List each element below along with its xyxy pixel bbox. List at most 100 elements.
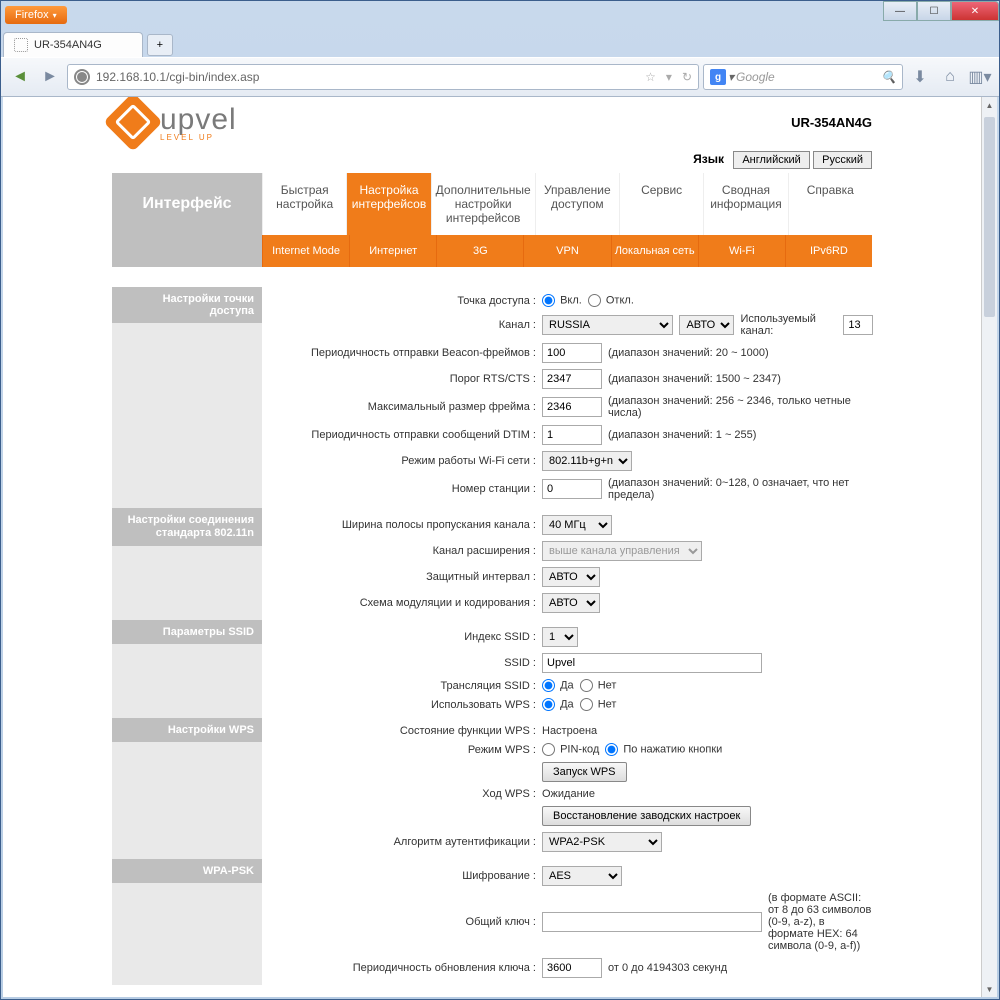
search-box[interactable]: g ▾ Google 🔍 <box>703 64 903 90</box>
hint-rekey: от 0 до 4194303 секунд <box>608 962 727 974</box>
back-button[interactable]: ◄ <box>7 64 33 90</box>
nav-interface-setup[interactable]: Настройка интерфейсов <box>346 173 430 235</box>
subnav-ipv6rd[interactable]: IPv6RD <box>785 235 872 267</box>
reload-icon[interactable]: ↻ <box>682 70 692 84</box>
nav-status[interactable]: Сводная информация <box>703 173 787 235</box>
radio-wps-pin[interactable]: PIN-код <box>542 743 599 756</box>
bookmark-icon[interactable]: ☆ <box>645 70 656 84</box>
lang-english-button[interactable]: Английский <box>733 151 810 169</box>
radio-usewps-yes[interactable]: Да <box>542 698 574 711</box>
select-gi[interactable]: АВТО <box>542 567 600 587</box>
lang-russian-button[interactable]: Русский <box>813 151 872 169</box>
nav-quick-setup[interactable]: Быстрая настройка <box>262 173 346 235</box>
label-frag: Максимальный размер фрейма <box>262 401 542 413</box>
value-wps-state: Настроена <box>542 725 872 737</box>
label-used-channel: Используемый канал: <box>740 313 837 337</box>
search-icon[interactable]: 🔍 <box>881 70 896 84</box>
subnav-internet-mode[interactable]: Internet Mode <box>262 235 349 267</box>
radio-usewps-no[interactable]: Нет <box>580 698 617 711</box>
browser-tab[interactable]: UR-354AN4G <box>3 32 143 57</box>
subnav-wifi[interactable]: Wi-Fi <box>698 235 785 267</box>
input-frag[interactable] <box>542 397 602 417</box>
input-beacon[interactable] <box>542 343 602 363</box>
nav-service[interactable]: Сервис <box>619 173 703 235</box>
radio-bcast-no[interactable]: Нет <box>580 679 617 692</box>
new-tab-button[interactable]: + <box>147 34 173 56</box>
select-channel[interactable]: АВТО <box>679 315 734 335</box>
restore-defaults-button[interactable]: Восстановление заводских настроек <box>542 806 751 826</box>
scroll-thumb[interactable] <box>984 117 995 317</box>
select-auth[interactable]: WPA2-PSK <box>542 832 662 852</box>
search-placeholder: Google <box>736 70 775 84</box>
label-ssid: SSID <box>262 657 542 669</box>
scroll-down-icon[interactable]: ▼ <box>982 981 997 997</box>
url-bar[interactable]: 192.168.10.1/cgi-bin/index.asp ☆ ▾ ↻ <box>67 64 699 90</box>
label-channel: Канал <box>262 319 542 331</box>
label-bw: Ширина полосы пропускания канала <box>262 519 542 531</box>
subnav-internet[interactable]: Интернет <box>349 235 436 267</box>
label-wps-mode: Режим WPS <box>262 744 542 756</box>
label-beacon: Периодичность отправки Beacon-фреймов <box>262 347 542 359</box>
home-button[interactable]: ⌂ <box>937 64 963 90</box>
input-dtim[interactable] <box>542 425 602 445</box>
radio-ap-on[interactable]: Вкл. <box>542 294 582 307</box>
bookmarks-button[interactable]: ▥▾ <box>967 64 993 90</box>
label-gi: Защитный интервал <box>262 571 542 583</box>
select-ext[interactable]: выше канала управления <box>542 541 702 561</box>
input-rekey[interactable] <box>542 958 602 978</box>
label-rts: Порог RTS/CTS <box>262 373 542 385</box>
label-mode: Режим работы Wi-Fi сети <box>262 455 542 467</box>
subnav-3g[interactable]: 3G <box>436 235 523 267</box>
window-close-button[interactable]: ✕ <box>951 1 999 21</box>
select-mcs[interactable]: АВТО <box>542 593 600 613</box>
section-ap: Настройки точки доступа <box>112 287 262 323</box>
label-dtim: Периодичность отправки сообщений DTIM <box>262 429 542 441</box>
subnav-lan[interactable]: Локальная сеть <box>611 235 698 267</box>
tab-title: UR-354AN4G <box>34 39 102 51</box>
hint-rts: (диапазон значений: 1500 ~ 2347) <box>608 373 781 385</box>
firefox-menu-button[interactable]: Firefox <box>5 6 67 24</box>
hint-dtim: (диапазон значений: 1 ~ 255) <box>608 429 756 441</box>
vertical-scrollbar[interactable]: ▲ ▼ <box>981 97 997 997</box>
label-broadcast: Трансляция SSID <box>262 680 542 692</box>
section-wps: Настройки WPS <box>112 718 262 742</box>
input-psk[interactable] <box>542 912 762 932</box>
start-wps-button[interactable]: Запуск WPS <box>542 762 627 782</box>
label-cipher: Шифрование <box>262 870 542 882</box>
hint-station: (диапазон значений: 0~128, 0 означает, ч… <box>608 477 873 501</box>
radio-wps-pbc[interactable]: По нажатию кнопки <box>605 743 722 756</box>
subnav-vpn[interactable]: VPN <box>523 235 610 267</box>
section-wpapsk: WPA-PSK <box>112 859 262 883</box>
window-maximize-button[interactable]: ☐ <box>917 1 951 21</box>
google-icon: g <box>710 69 726 85</box>
downloads-button[interactable]: ⬇ <box>907 64 933 90</box>
hint-frag: (диапазон значений: 256 ~ 2346, только ч… <box>608 395 873 419</box>
nav-advanced[interactable]: Дополнительные настройки интерфейсов <box>431 173 535 235</box>
dropdown-icon[interactable]: ▾ <box>666 70 672 84</box>
label-auth: Алгоритм аутентификации <box>262 836 542 848</box>
select-bw[interactable]: 40 МГц <box>542 515 612 535</box>
label-ext: Канал расширения <box>262 545 542 557</box>
radio-ap-off[interactable]: Откл. <box>588 294 634 307</box>
nav-help[interactable]: Справка <box>788 173 872 235</box>
select-cipher[interactable]: AES <box>542 866 622 886</box>
hint-beacon: (диапазон значений: 20 ~ 1000) <box>608 347 769 359</box>
label-wps-progress: Ход WPS <box>262 788 542 800</box>
language-label: Язык <box>693 152 724 166</box>
hint-psk: (в формате ASCII: от 8 до 63 символов (0… <box>768 892 872 952</box>
label-psk: Общий ключ <box>262 916 542 928</box>
label-usewps: Использовать WPS <box>262 699 542 711</box>
nav-access[interactable]: Управление доступом <box>535 173 619 235</box>
globe-icon <box>74 69 90 85</box>
radio-bcast-yes[interactable]: Да <box>542 679 574 692</box>
forward-button[interactable]: ► <box>37 64 63 90</box>
select-country[interactable]: RUSSIA <box>542 315 673 335</box>
input-station[interactable] <box>542 479 602 499</box>
brand-name: upvel <box>160 103 237 137</box>
input-ssid[interactable] <box>542 653 762 673</box>
select-ssid-idx[interactable]: 1 <box>542 627 578 647</box>
window-minimize-button[interactable]: — <box>883 1 917 21</box>
scroll-up-icon[interactable]: ▲ <box>982 97 997 113</box>
select-mode[interactable]: 802.11b+g+n <box>542 451 632 471</box>
input-rts[interactable] <box>542 369 602 389</box>
